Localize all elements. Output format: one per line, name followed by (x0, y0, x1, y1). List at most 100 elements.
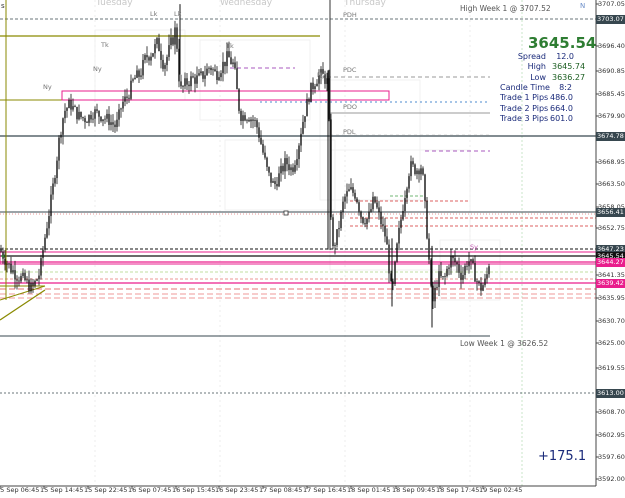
day-label-tuesday: Tuesday (96, 0, 133, 8)
candle-body (140, 75, 142, 77)
info-value: 3636.27 (552, 72, 586, 82)
candle-body (122, 101, 124, 109)
candle-body (364, 223, 366, 225)
time-axis-tick: 15 Sep 22:45 (84, 486, 128, 494)
candle-body (360, 211, 362, 218)
candle-body (254, 120, 256, 121)
candle-body (388, 244, 390, 274)
candle-body (380, 212, 382, 225)
info-row: High 3645.74 (500, 62, 585, 72)
candle-body (340, 211, 342, 229)
candle-body (248, 119, 250, 122)
candle-body (390, 273, 392, 282)
candle-body (110, 122, 112, 125)
candle-body (32, 282, 34, 286)
candle-body (226, 51, 228, 67)
candle-body (64, 110, 66, 119)
price-axis-tick: 3641.35 (598, 271, 625, 279)
candle-body (48, 216, 50, 229)
info-row: Spread 12.0 (500, 52, 574, 62)
anchor-square (283, 210, 289, 216)
candle-body (68, 100, 70, 109)
price-axis-tick: 3690.85 (598, 67, 625, 75)
candle-body (178, 48, 180, 82)
tag-ny-3: Ny (93, 65, 102, 73)
candle-body (144, 55, 146, 60)
candle-body (108, 113, 110, 125)
info-key: Trade 2 Pips (500, 103, 549, 113)
candle-body (74, 106, 76, 107)
candle-body (394, 261, 396, 284)
candle-body (472, 259, 474, 264)
candle-body (184, 78, 186, 87)
price-axis-tick: 3685.45 (598, 90, 625, 98)
candle-body (334, 245, 336, 246)
candle-body (202, 71, 204, 79)
info-key: Trade 3 Pips (500, 113, 549, 123)
candle-body (152, 53, 154, 57)
candle-body (236, 68, 238, 90)
candle-body (164, 65, 166, 69)
candle-body (292, 167, 294, 172)
candle-body (104, 118, 106, 120)
candle-body (222, 61, 224, 74)
info-value: 12.0 (556, 52, 574, 61)
ny-marker-icon: N (580, 2, 586, 10)
candle-body (182, 86, 184, 88)
candle-body (430, 259, 432, 286)
candle-body (346, 191, 348, 197)
info-key: Trade 1 Pips (500, 93, 549, 103)
day-label-thursday: Thursday (344, 0, 386, 8)
candle-body (136, 70, 138, 78)
info-key: Spread (517, 52, 546, 61)
candle-body (460, 272, 462, 280)
candle-body (180, 81, 182, 87)
candle-body (18, 280, 20, 282)
info-value: 486.0 (550, 93, 573, 103)
price-axis-tick: 3592.00 (598, 475, 625, 483)
profit-value: +175.1 (538, 449, 587, 464)
price-axis-tick: 3602.95 (598, 431, 625, 439)
price-marker: 3703.07 (596, 15, 625, 24)
candle-body (278, 173, 280, 187)
candle-body (132, 79, 134, 81)
candle-body (464, 265, 466, 275)
candle-body (114, 124, 116, 128)
candle-body (352, 187, 354, 193)
price-marker: 3644.27 (596, 258, 625, 267)
candle-body (282, 165, 284, 172)
price-marker: 3674.78 (596, 132, 625, 141)
candle-body (326, 78, 328, 84)
candle-body (302, 121, 304, 134)
candle-body (46, 228, 48, 238)
candle-body (190, 76, 192, 87)
candle-body (242, 115, 244, 121)
candle-body (106, 113, 108, 119)
candle-body (484, 278, 486, 286)
candle-body (260, 137, 262, 144)
candle-body (38, 275, 40, 280)
candle-body (470, 259, 472, 262)
candle-body (120, 108, 122, 110)
candle-body (170, 37, 172, 46)
candle-body (78, 111, 80, 120)
tag-pdl: PDL (343, 128, 356, 136)
candle-body (252, 119, 254, 121)
info-value: 601.0 (550, 113, 573, 123)
price-marker: 3656.41 (596, 208, 625, 217)
candle-body (444, 276, 446, 277)
candle-body (424, 174, 426, 201)
candle-body (412, 161, 414, 165)
candle-body (192, 76, 194, 78)
candle-body (368, 211, 370, 219)
time-axis-tick: 16 Sep 07:45 (128, 486, 172, 494)
candle-body (264, 152, 266, 158)
candle-body (432, 285, 434, 302)
candle-body (426, 200, 428, 239)
candle-body (392, 281, 394, 284)
candle-body (478, 281, 480, 283)
candle-body (370, 209, 372, 212)
candle-body (316, 83, 318, 87)
candle-body (56, 160, 58, 179)
candle-body (126, 96, 128, 98)
